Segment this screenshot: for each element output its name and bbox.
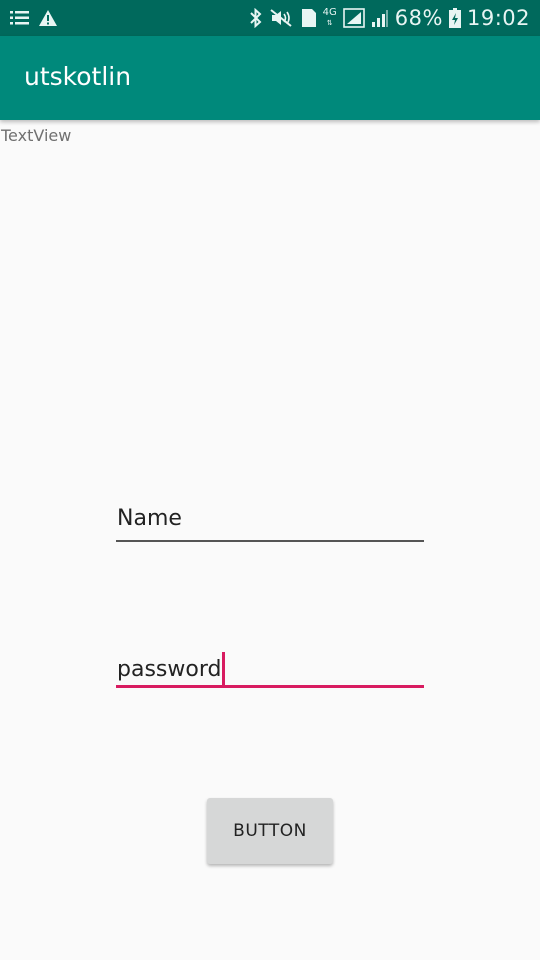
battery-percent: 68% [394,6,443,30]
clock: 19:02 [466,6,530,30]
status-bar: 1 4G ⇅ 68% 19:02 [0,0,540,36]
app-bar: utskotlin [0,36,540,120]
text-cursor [222,652,226,686]
battery-icon [448,8,461,28]
network-type-label: 4G [322,7,337,18]
name-field-value: Name [117,506,182,531]
status-left-icons [10,0,58,36]
signal-icon [342,8,365,28]
network-type: 4G ⇅ [322,7,337,28]
submit-button[interactable]: BUTTON [207,798,333,864]
password-field[interactable]: password [116,646,424,690]
textview-label: TextView [1,126,72,145]
name-field-underline [116,540,424,542]
sim-icon [301,8,317,28]
mute-icon [269,8,295,28]
password-field-value: password [117,656,222,682]
warning-icon [38,9,58,27]
app-title: utskotlin [24,62,132,91]
password-field-underline [116,685,424,688]
signal-strength-icon [371,8,389,28]
status-right-icons: 1 4G ⇅ 68% 19:02 [249,0,530,36]
menu-icon [10,9,30,27]
bluetooth-icon [249,8,263,28]
name-field[interactable]: Name [116,500,424,544]
